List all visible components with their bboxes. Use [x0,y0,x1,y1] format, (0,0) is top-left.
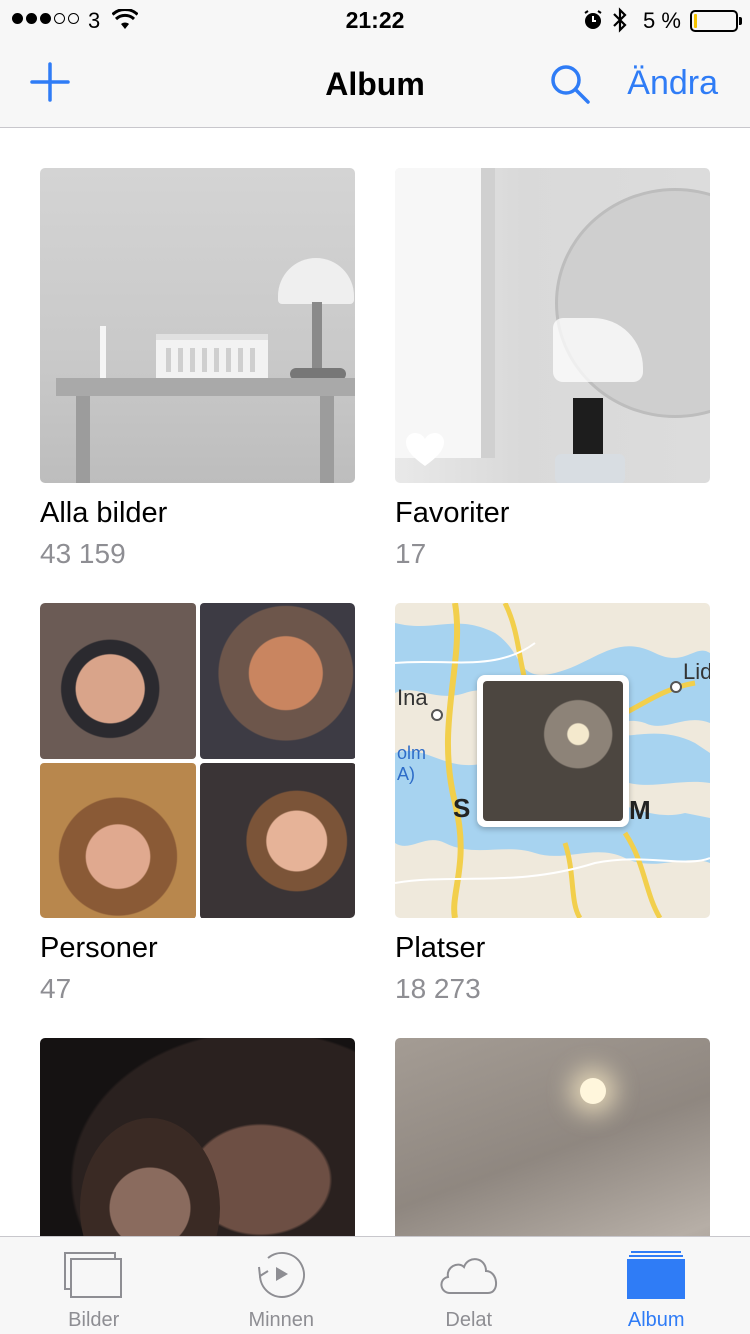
map-place-label: Ina [397,685,428,710]
album-count: 43 159 [40,538,126,569]
search-icon [551,65,590,104]
photos-stack-icon [63,1252,122,1298]
album-item[interactable] [40,1038,355,1236]
battery-icon [690,10,742,32]
bluetooth-icon [612,7,628,38]
edit-button[interactable]: Ändra [627,64,718,103]
album-thumbnail [40,603,355,918]
tab-label: Bilder [68,1309,120,1331]
tab-albums[interactable]: Album [563,1237,750,1334]
person-photo [40,603,196,759]
person-photo [200,763,355,918]
heart-icon [405,432,445,473]
map-place-label: M [629,795,651,825]
album-thumbnail: Ina Lid olm A) S M [395,603,710,918]
album-favorites[interactable]: Favoriter 17 [395,168,710,570]
album-all-photos[interactable]: Alla bilder 43 159 [40,168,355,570]
tab-bar: Bilder Minnen Delat Album [0,1236,750,1334]
map-place-label: Lid [683,659,710,684]
album-thumbnail [40,1038,355,1236]
person-photo [200,603,355,759]
album-thumbnail [395,1038,710,1236]
tab-memories[interactable]: Minnen [188,1237,376,1334]
album-title: Platser [395,932,486,964]
search-button[interactable] [548,62,592,106]
album-count: 17 [395,538,427,569]
album-title: Alla bilder [40,497,168,529]
album-count: 47 [40,973,72,1004]
album-people[interactable]: Personer 47 [40,603,355,1005]
album-grid: Alla bilder 43 159 Favoriter 17 Personer… [0,128,750,1236]
album-thumbnail [395,168,710,483]
tab-photos[interactable]: Bilder [0,1237,188,1334]
album-places[interactable]: Ina Lid olm A) S M Platser 18 273 [395,603,710,1005]
tab-label: Minnen [248,1309,315,1331]
battery-level [694,14,697,28]
album-thumbnail [40,168,355,483]
status-bar: 3 21:22 5 % [0,0,750,40]
status-time: 21:22 [345,7,405,33]
person-photo [40,763,196,918]
battery-percent: 5 % [643,8,681,33]
map-place-label: olm A) [397,743,427,784]
tab-label: Delat [445,1309,493,1331]
tab-shared[interactable]: Delat [375,1237,563,1334]
map-place-label: S [453,793,471,823]
album-item[interactable] [395,1038,710,1236]
album-title: Personer [40,932,158,964]
map-photo-pin [477,675,629,827]
memories-icon [258,1251,306,1298]
album-title: Favoriter [395,497,510,529]
tab-label: Album [627,1309,685,1331]
navigation-bar: Album Ändra [0,40,750,128]
albums-icon [627,1251,686,1299]
alarm-icon [582,9,604,36]
album-count: 18 273 [395,973,481,1004]
cloud-icon [440,1258,497,1294]
